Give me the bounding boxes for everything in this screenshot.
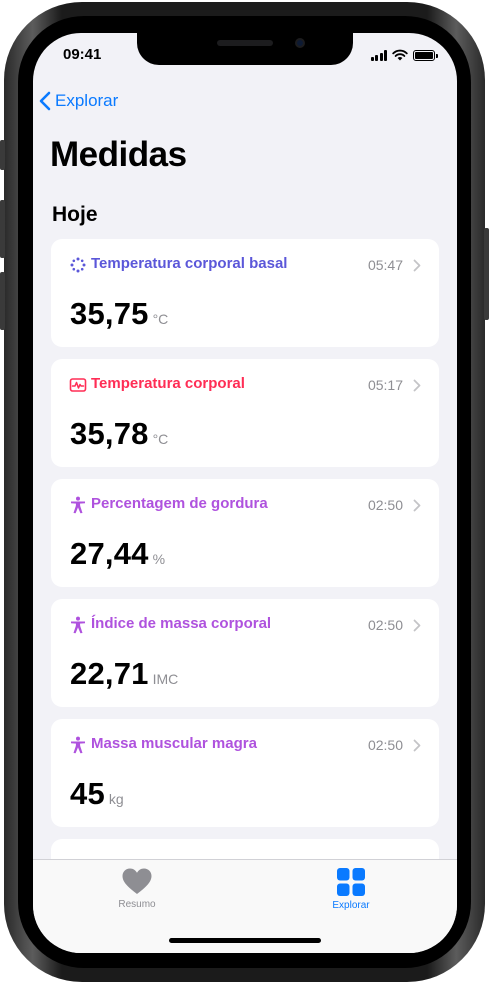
tab-explore-label: Explorar bbox=[332, 900, 370, 911]
wifi-icon bbox=[392, 49, 408, 61]
chevron-right-icon bbox=[413, 379, 421, 392]
speaker bbox=[217, 40, 273, 46]
heart-icon bbox=[122, 868, 152, 894]
page-title: Medidas bbox=[50, 135, 187, 174]
measurement-value-row: 27,44 % bbox=[70, 536, 165, 572]
mute-switch bbox=[0, 140, 5, 170]
measurement-unit: °C bbox=[152, 431, 169, 447]
measurement-card-body-fat[interactable]: Percentagem de gordura 02:50 27,44 % bbox=[51, 479, 439, 587]
measurement-time: 05:17 bbox=[367, 377, 403, 393]
figure-icon bbox=[71, 736, 85, 754]
measurement-unit: IMC bbox=[152, 671, 179, 687]
measurement-card-lean-body-mass[interactable]: Massa muscular magra 02:50 45 kg bbox=[51, 719, 439, 827]
measurement-card-bmi[interactable]: Índice de massa corporal 02:50 22,71 IMC bbox=[51, 599, 439, 707]
measurement-value: 45 bbox=[70, 776, 105, 811]
chevron-right-icon bbox=[413, 739, 421, 752]
tab-summary-label: Resumo bbox=[118, 899, 156, 910]
volume-up-button bbox=[0, 200, 5, 258]
screen: 09:41 Explorar Medidas Hoje Temperatura … bbox=[33, 33, 457, 953]
chevron-right-icon bbox=[413, 499, 421, 512]
measurement-value-row: 22,71 IMC bbox=[70, 656, 178, 692]
measurement-value-row: 35,78 °C bbox=[70, 416, 168, 452]
chevron-left-icon bbox=[39, 91, 51, 111]
status-icons bbox=[370, 49, 438, 61]
measurement-unit: kg bbox=[108, 791, 124, 807]
tab-summary[interactable]: Resumo bbox=[77, 868, 197, 910]
chevron-right-icon bbox=[413, 259, 421, 272]
measurement-time: 05:47 bbox=[367, 257, 403, 273]
figure-icon bbox=[71, 496, 85, 514]
measurement-unit: °C bbox=[152, 311, 169, 327]
status-time: 09:41 bbox=[63, 46, 102, 63]
measurement-title: Percentagem de gordura bbox=[91, 495, 268, 512]
volume-down-button bbox=[0, 272, 5, 330]
power-button bbox=[484, 228, 489, 320]
measurement-card-basal-temperature[interactable]: Temperatura corporal basal 05:47 35,75 °… bbox=[51, 239, 439, 347]
tab-explore[interactable]: Explorar bbox=[291, 868, 411, 911]
measurement-title: Massa muscular magra bbox=[91, 735, 257, 752]
measurement-value: 35,75 bbox=[70, 296, 149, 331]
measurement-time: 02:50 bbox=[367, 497, 403, 513]
measurement-value: 35,78 bbox=[70, 416, 149, 451]
notch bbox=[137, 33, 353, 65]
measurement-time: 02:50 bbox=[367, 737, 403, 753]
measurement-value-row: 45 kg bbox=[70, 776, 124, 812]
waveform-icon bbox=[69, 378, 87, 392]
chevron-right-icon bbox=[413, 619, 421, 632]
front-camera bbox=[295, 38, 305, 48]
home-indicator[interactable] bbox=[169, 938, 321, 943]
measurement-title: Índice de massa corporal bbox=[91, 615, 272, 632]
measurements-list: Temperatura corporal basal 05:47 35,75 °… bbox=[51, 239, 439, 879]
measurement-value: 27,44 bbox=[70, 536, 149, 571]
measurement-unit: % bbox=[152, 551, 166, 567]
sparkle-circle-icon bbox=[70, 257, 86, 273]
measurement-value: 22,71 bbox=[70, 656, 149, 691]
measurement-title: Temperatura corporal bbox=[91, 375, 245, 392]
back-button[interactable]: Explorar bbox=[39, 91, 118, 111]
section-header-today: Hoje bbox=[52, 203, 98, 226]
measurement-value-row: 35,75 °C bbox=[70, 296, 168, 332]
grid-icon bbox=[337, 868, 365, 896]
battery-icon bbox=[413, 49, 438, 61]
measurement-time: 02:50 bbox=[367, 617, 403, 633]
back-label: Explorar bbox=[55, 91, 119, 110]
figure-icon bbox=[71, 616, 85, 634]
measurement-card-body-temperature[interactable]: Temperatura corporal 05:17 35,78 °C bbox=[51, 359, 439, 467]
cellular-signal-icon bbox=[370, 49, 387, 61]
measurement-title: Temperatura corporal basal bbox=[91, 255, 288, 272]
